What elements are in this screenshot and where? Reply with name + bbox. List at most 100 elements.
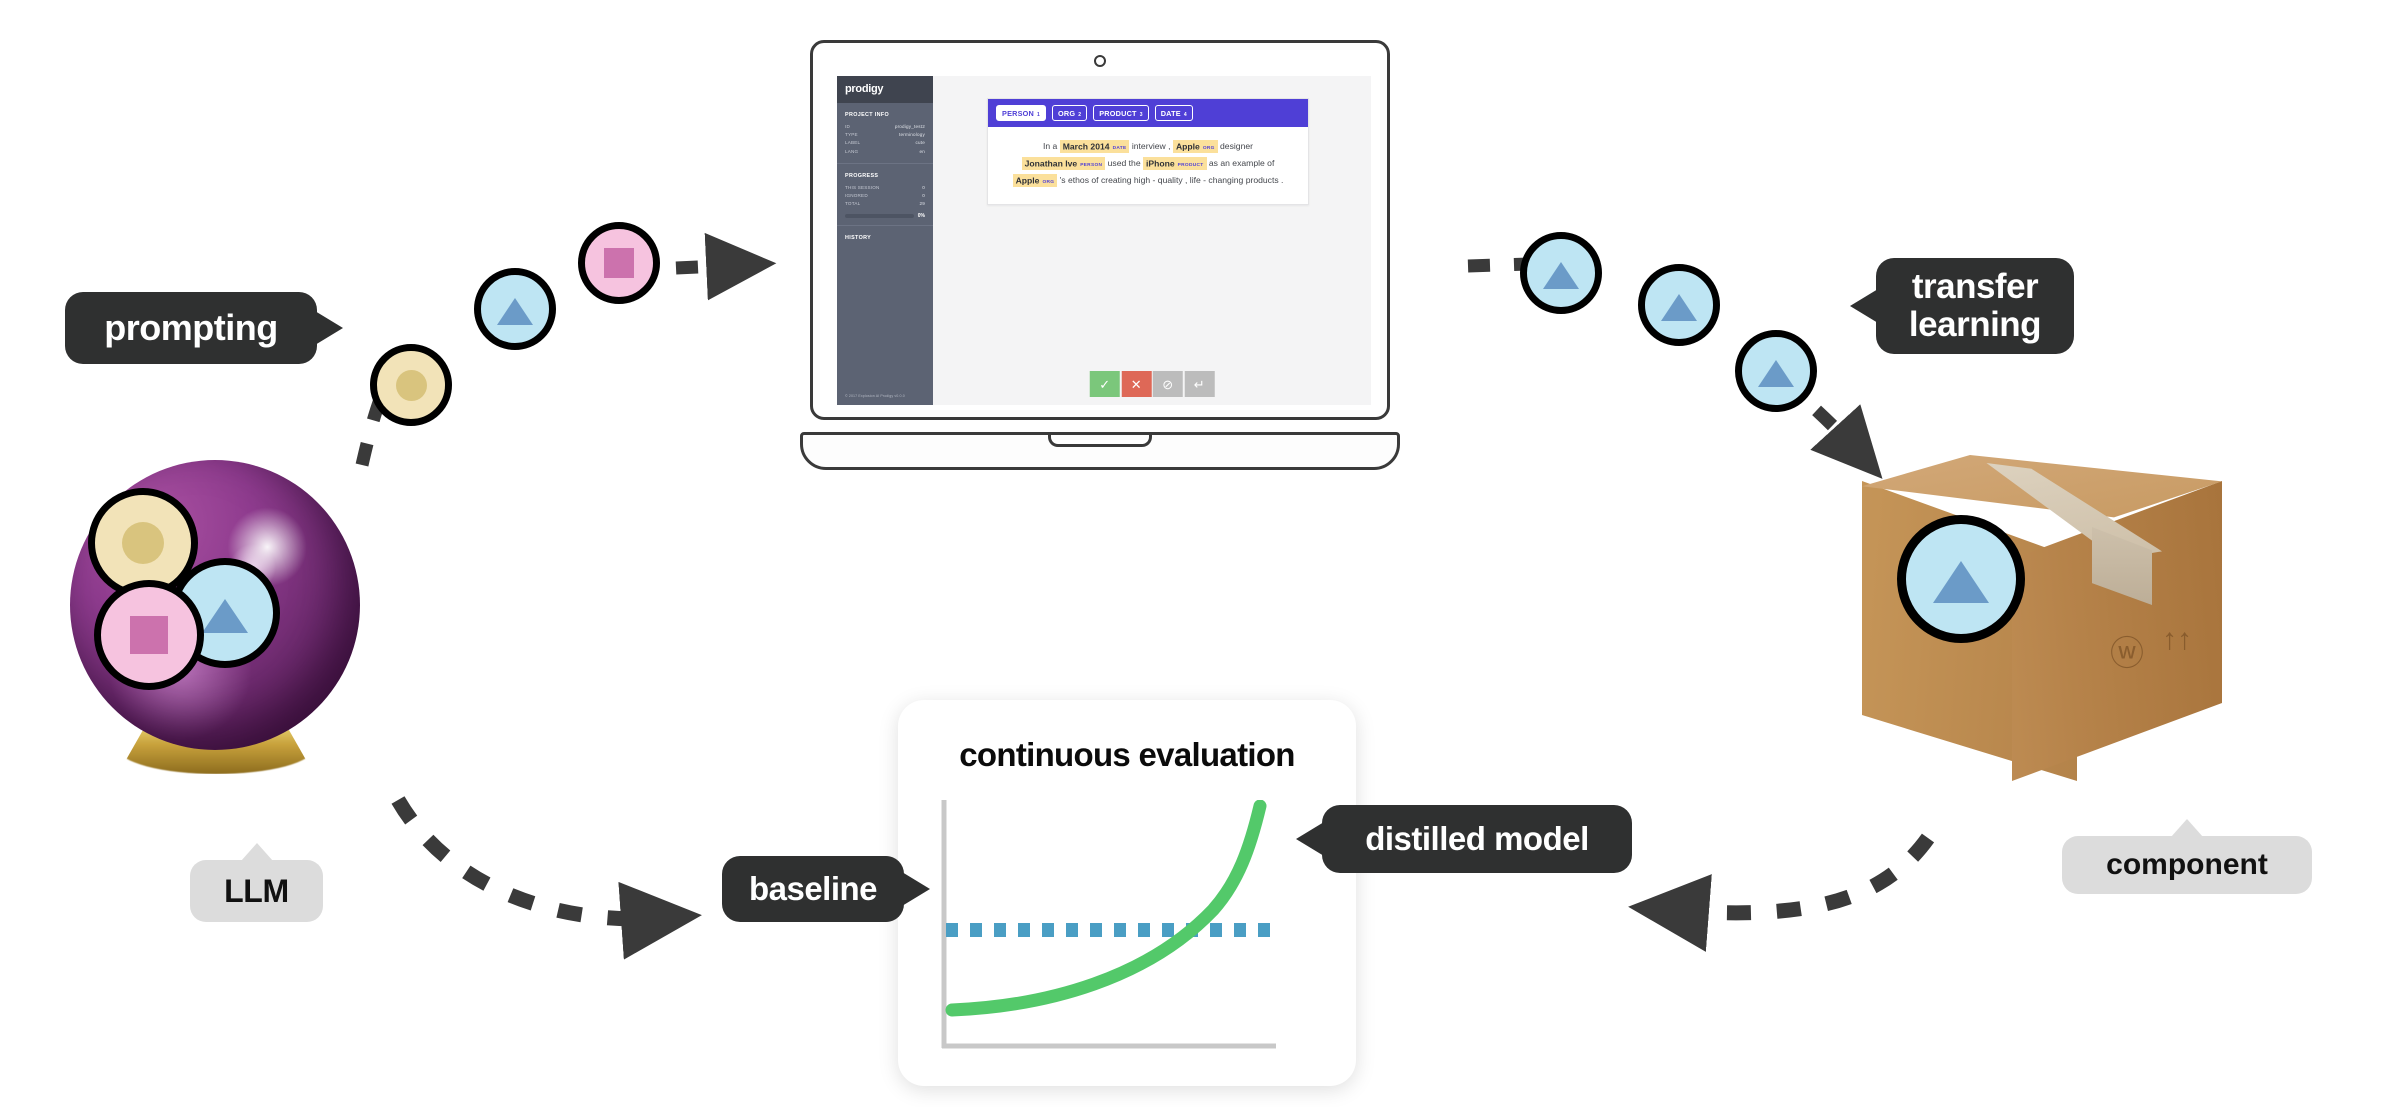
entity-product[interactable]: iPhone PRODUCT bbox=[1143, 156, 1207, 170]
text-plain: used the bbox=[1107, 158, 1141, 169]
transfer-learning-line-1: transfer bbox=[1911, 267, 2039, 307]
entity-text: iPhone bbox=[1146, 158, 1175, 169]
row-value: cute bbox=[915, 140, 925, 146]
transfer-token-2 bbox=[1638, 264, 1720, 346]
row-key: LANG bbox=[845, 148, 859, 154]
label-bar: PERSON 1 ORG 2 PRODUCT 3 DATE 4 bbox=[988, 99, 1308, 127]
this-side-up-icon: ↑↑ bbox=[2162, 623, 2192, 656]
laptop-screen: prodigy PROJECT INFO ID prodigy_test2 TY… bbox=[837, 76, 1371, 405]
square-icon bbox=[604, 248, 634, 278]
triangle-icon bbox=[202, 598, 248, 633]
accept-button[interactable]: ✓ bbox=[1089, 371, 1120, 397]
project-info-row: LANG en bbox=[845, 149, 925, 154]
progress-row: IGNORED 0 bbox=[845, 193, 925, 198]
triangle-icon bbox=[1661, 293, 1697, 321]
close-icon: ✕ bbox=[1130, 376, 1142, 392]
label-chip-org[interactable]: ORG 2 bbox=[1052, 105, 1088, 121]
entity-tag: PERSON bbox=[1080, 163, 1103, 169]
undo-button[interactable]: ↵ bbox=[1184, 371, 1215, 397]
label-chip-key: 2 bbox=[1078, 111, 1082, 118]
history-section: HISTORY bbox=[837, 226, 933, 388]
text-plain: as an example of bbox=[1208, 158, 1275, 169]
component-token-triangle bbox=[1897, 515, 2025, 643]
label-chip-person[interactable]: PERSON 1 bbox=[996, 105, 1047, 121]
transfer-token-1 bbox=[1520, 232, 1602, 314]
entity-date[interactable]: March 2014 DATE bbox=[1059, 139, 1130, 153]
row-value: 0 bbox=[922, 192, 925, 198]
entity-text: Jonathan Ive bbox=[1024, 158, 1078, 169]
baseline-callout-tail bbox=[902, 872, 930, 906]
distilled-model-callout-text: distilled model bbox=[1365, 820, 1589, 858]
entity-person[interactable]: Jonathan Ive PERSON bbox=[1021, 156, 1106, 170]
no-entry-icon: ⊘ bbox=[1162, 376, 1174, 392]
entity-tag: DATE bbox=[1112, 146, 1127, 151]
text-plain: interview , bbox=[1131, 141, 1171, 151]
progress-bar-wrap: 0% bbox=[845, 213, 925, 219]
row-value: en bbox=[919, 148, 925, 154]
eval-chart bbox=[941, 800, 1276, 1049]
entity-tag: ORG bbox=[1042, 180, 1055, 186]
prodigy-main: PERSON 1 ORG 2 PRODUCT 3 DATE 4 In a Mar… bbox=[933, 76, 1371, 405]
transfer-learning-callout-tail bbox=[1850, 289, 1878, 323]
progress-percent: 0% bbox=[917, 213, 925, 220]
transfer-token-3 bbox=[1735, 330, 1817, 412]
row-key: THIS SESSION bbox=[845, 184, 880, 190]
prompting-token-square bbox=[578, 222, 660, 304]
triangle-icon bbox=[1543, 261, 1579, 289]
progress-section: PROGRESS THIS SESSION 0 IGNORED 0 TOTAL … bbox=[837, 164, 933, 227]
chart-series-distilled bbox=[945, 800, 1267, 1017]
triangle-icon bbox=[1933, 561, 1989, 603]
entity-org-2[interactable]: Apple ORG bbox=[1012, 173, 1058, 187]
entity-text: Apple bbox=[1175, 141, 1200, 151]
prompting-callout: prompting bbox=[65, 292, 343, 364]
reject-button[interactable]: ✕ bbox=[1121, 371, 1152, 397]
entity-org[interactable]: Apple ORG bbox=[1172, 139, 1218, 153]
fragile-icon: ⓦ bbox=[2110, 635, 2144, 673]
text-plain: In a bbox=[1043, 141, 1058, 151]
row-key: IGNORED bbox=[845, 192, 868, 198]
row-key: TYPE bbox=[845, 132, 858, 138]
arrow-laptop-to-transfer bbox=[1467, 257, 1529, 273]
progress-bar bbox=[845, 214, 914, 218]
component-label-tail bbox=[2171, 819, 2203, 837]
prompting-callout-text: prompting bbox=[104, 306, 278, 348]
llm-label: LLM bbox=[190, 843, 323, 922]
row-value: 0 bbox=[922, 184, 925, 190]
label-chip-name: PRODUCT bbox=[1099, 108, 1137, 118]
row-value: prodigy_test2 bbox=[894, 124, 925, 129]
project-info-section: PROJECT INFO ID prodigy_test2 TYPE termi… bbox=[837, 103, 933, 164]
triangle-icon bbox=[1758, 359, 1794, 387]
label-chip-date[interactable]: DATE 4 bbox=[1154, 105, 1193, 121]
annotation-card: PERSON 1 ORG 2 PRODUCT 3 DATE 4 In a Mar… bbox=[987, 98, 1309, 205]
label-chip-name: PERSON bbox=[1002, 108, 1035, 118]
progress-row: THIS SESSION 0 bbox=[845, 185, 925, 190]
entity-text: March 2014 bbox=[1062, 141, 1110, 151]
webcam-icon bbox=[1094, 55, 1106, 67]
entity-text: Apple bbox=[1015, 175, 1040, 186]
laptop-lid: prodigy PROJECT INFO ID prodigy_test2 TY… bbox=[810, 40, 1390, 420]
diagram-canvas: LLM prompting prodigy PROJECT INFO ID pr… bbox=[0, 0, 2391, 1107]
prompting-token-triangle bbox=[474, 268, 556, 350]
prodigy-footer: © 2017 Explosion AI Prodigy v0.0.0 bbox=[845, 394, 905, 398]
ignore-button[interactable]: ⊘ bbox=[1152, 371, 1183, 397]
check-icon: ✓ bbox=[1099, 376, 1111, 392]
entity-tag: ORG bbox=[1202, 146, 1215, 151]
label-chip-product[interactable]: PRODUCT 3 bbox=[1093, 105, 1149, 121]
triangle-icon bbox=[497, 297, 533, 325]
circle-icon bbox=[395, 369, 427, 401]
arrow-llm-to-eval bbox=[391, 796, 702, 960]
label-chip-name: DATE bbox=[1160, 108, 1181, 118]
action-bar: ✓ ✕ ⊘ ↵ bbox=[1089, 371, 1215, 397]
project-info-row: ID prodigy_test2 bbox=[845, 124, 925, 129]
arrow-box-to-eval bbox=[1628, 833, 1935, 952]
text-plain: designer bbox=[1220, 141, 1253, 151]
component-label: component bbox=[2062, 819, 2312, 894]
distilled-model-callout-tail bbox=[1296, 822, 1324, 856]
baseline-callout-text: baseline bbox=[748, 870, 878, 908]
progress-row: TOTAL 29 bbox=[845, 201, 925, 206]
project-info-row: LABEL cute bbox=[845, 140, 925, 145]
label-chip-key: 1 bbox=[1037, 111, 1041, 118]
circle-icon bbox=[122, 522, 164, 564]
prodigy-logo: prodigy bbox=[837, 76, 933, 103]
eval-card-title: continuous evaluation bbox=[959, 736, 1295, 773]
